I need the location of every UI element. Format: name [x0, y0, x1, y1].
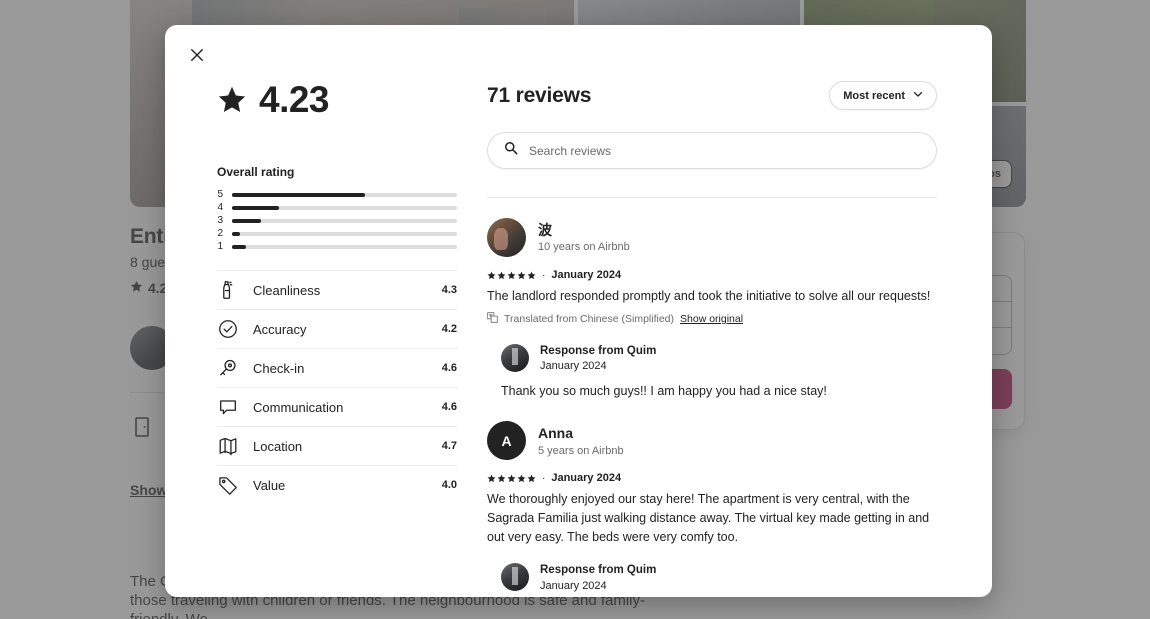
avatar: A [487, 421, 526, 461]
review-date: January 2024 [551, 269, 622, 281]
review-author[interactable]: A Anna 5 years on Airbnb [487, 421, 937, 461]
host-avatar [501, 344, 529, 373]
rating-bar-row: 4 [217, 202, 457, 213]
review-author[interactable]: 波 10 years on Airbnb [487, 218, 937, 257]
review-date: January 2024 [551, 472, 622, 485]
rating-bar-row: 5 [217, 189, 457, 200]
checkin-icon [217, 357, 239, 379]
category-label: Accuracy [253, 321, 307, 337]
host-response-date: January 2024 [540, 360, 607, 373]
category-score: 4.6 [441, 362, 457, 374]
star-rating-icon [487, 271, 536, 280]
chevron-down-icon [913, 89, 923, 102]
review-author-tenure: 10 years on Airbnb [538, 241, 630, 254]
page-root: cherylfoxbarcelona.com Show all photos E… [0, 0, 1150, 619]
overall-rating-label: Overall rating [217, 165, 295, 179]
host-response-header: Response from Quim January 2024 [501, 344, 937, 372]
avatar [487, 218, 526, 257]
translation-text: Translated from Chinese (Simplified) [504, 313, 675, 325]
host-response-date: January 2024 [540, 579, 607, 592]
category-label: Check-in [253, 360, 305, 376]
overall-score-value: 4.23 [259, 79, 330, 120]
review-text: We thoroughly enjoyed our stay here! The… [487, 492, 930, 545]
rating-bar-row: 1 [217, 241, 457, 252]
reviews-modal: 4.23 Overall rating 5 4 3 2 1 Cleanliness 4.3… [165, 25, 992, 597]
rating-bar-row: 2 [217, 228, 457, 239]
rating-bar-fill [232, 205, 280, 210]
category-rating-row: Location 4.7 [217, 426, 457, 465]
review-author-name: Anna [538, 424, 573, 441]
rating-distribution: 5 4 3 2 1 [217, 189, 457, 252]
category-rating-row: Accuracy 4.2 [217, 309, 457, 348]
show-original-link[interactable]: Show original [680, 313, 743, 325]
rating-bar-label: 1 [217, 241, 223, 252]
rating-bar-fill [232, 218, 262, 223]
category-rating-row: Value 4.0 [217, 465, 457, 504]
host-avatar [501, 563, 529, 592]
rating-bar-track [232, 192, 457, 197]
rating-bar-fill [232, 244, 246, 249]
search-reviews-box[interactable] [487, 132, 937, 169]
rating-bar-label: 5 [217, 189, 223, 200]
reviews-header: 71 reviews Most recent [487, 81, 937, 110]
category-label: Location [253, 438, 303, 454]
host-response-header: Response from Quim January 2024 [501, 563, 937, 592]
meta-separator: · [542, 472, 546, 484]
review-meta: · January 2024 [487, 269, 937, 281]
star-icon [217, 85, 247, 115]
category-score: 4.2 [441, 323, 457, 335]
star-rating-icon [487, 474, 536, 483]
category-rating-row: Check-in 4.6 [217, 348, 457, 387]
value-icon [217, 474, 239, 496]
category-score: 4.7 [441, 440, 457, 452]
ratings-pane: 4.23 Overall rating 5 4 3 2 1 Cleanliness 4.3… [165, 81, 457, 597]
close-icon[interactable] [181, 39, 213, 71]
category-rating-row: Communication 4.6 [217, 387, 457, 426]
translation-note: Translated from Chinese (Simplified) Show… [487, 310, 937, 328]
host-response-text: Thank you so much guys!! I am happy you … [501, 384, 827, 399]
rating-bar-label: 4 [217, 202, 223, 213]
rating-bar-fill [232, 231, 240, 236]
location-icon [217, 435, 239, 457]
communication-icon [217, 396, 239, 418]
host-response-name: Response from Quim [540, 564, 657, 577]
category-label: Cleanliness [253, 282, 321, 298]
host-response: Response from Quim January 2024 Thank you … [501, 344, 937, 401]
category-score: 4.3 [441, 284, 457, 296]
category-score: 4.6 [441, 401, 457, 413]
overall-score: 4.23 [217, 81, 457, 118]
rating-bar-label: 2 [217, 228, 223, 239]
meta-separator: · [542, 269, 546, 281]
rating-bar-track [232, 244, 457, 249]
review-author-tenure: 5 years on Airbnb [538, 444, 624, 457]
reviews-list: 波 10 years on Airbnb · January 2024 The land… [487, 198, 937, 597]
category-ratings-list: Cleanliness 4.3 Accuracy 4.2 Check-in 4.6 Comm… [217, 270, 457, 504]
rating-bar-row: 3 [217, 215, 457, 226]
rating-bar-track [232, 231, 457, 236]
review-meta: · January 2024 [487, 472, 937, 484]
review-text: The landlord responded promptly and took… [487, 289, 931, 303]
accuracy-icon [217, 318, 239, 340]
sort-dropdown-label: Most recent [843, 89, 905, 102]
host-response: Response from QuimJanuary 2024Thanks Ann… [501, 563, 937, 597]
rating-bar-track [232, 218, 457, 223]
sort-dropdown[interactable]: Most recent [829, 81, 937, 110]
host-response-name: Response from Quim [540, 345, 657, 357]
category-rating-row: Cleanliness 4.3 [217, 270, 457, 309]
reviews-pane: 71 reviews Most recent 波10 years [457, 81, 992, 597]
review-author-name: 波 [538, 221, 552, 238]
translate-icon [487, 310, 498, 328]
category-score: 4.0 [441, 479, 457, 491]
rating-bar-track [232, 205, 457, 210]
rating-bar-label: 3 [217, 215, 223, 226]
cleanliness-icon [217, 279, 239, 301]
review-item: 波 10 years on Airbnb · January 2024 The land… [487, 198, 937, 401]
rating-bar-fill [232, 192, 365, 197]
search-icon [504, 141, 518, 160]
search-input[interactable] [529, 143, 920, 158]
category-label: Communication [253, 399, 344, 415]
reviews-count: 71 reviews [487, 83, 592, 107]
review-item: A Anna 5 years on Airbnb · January 2024 We th… [487, 401, 937, 597]
category-label: Value [253, 477, 286, 493]
